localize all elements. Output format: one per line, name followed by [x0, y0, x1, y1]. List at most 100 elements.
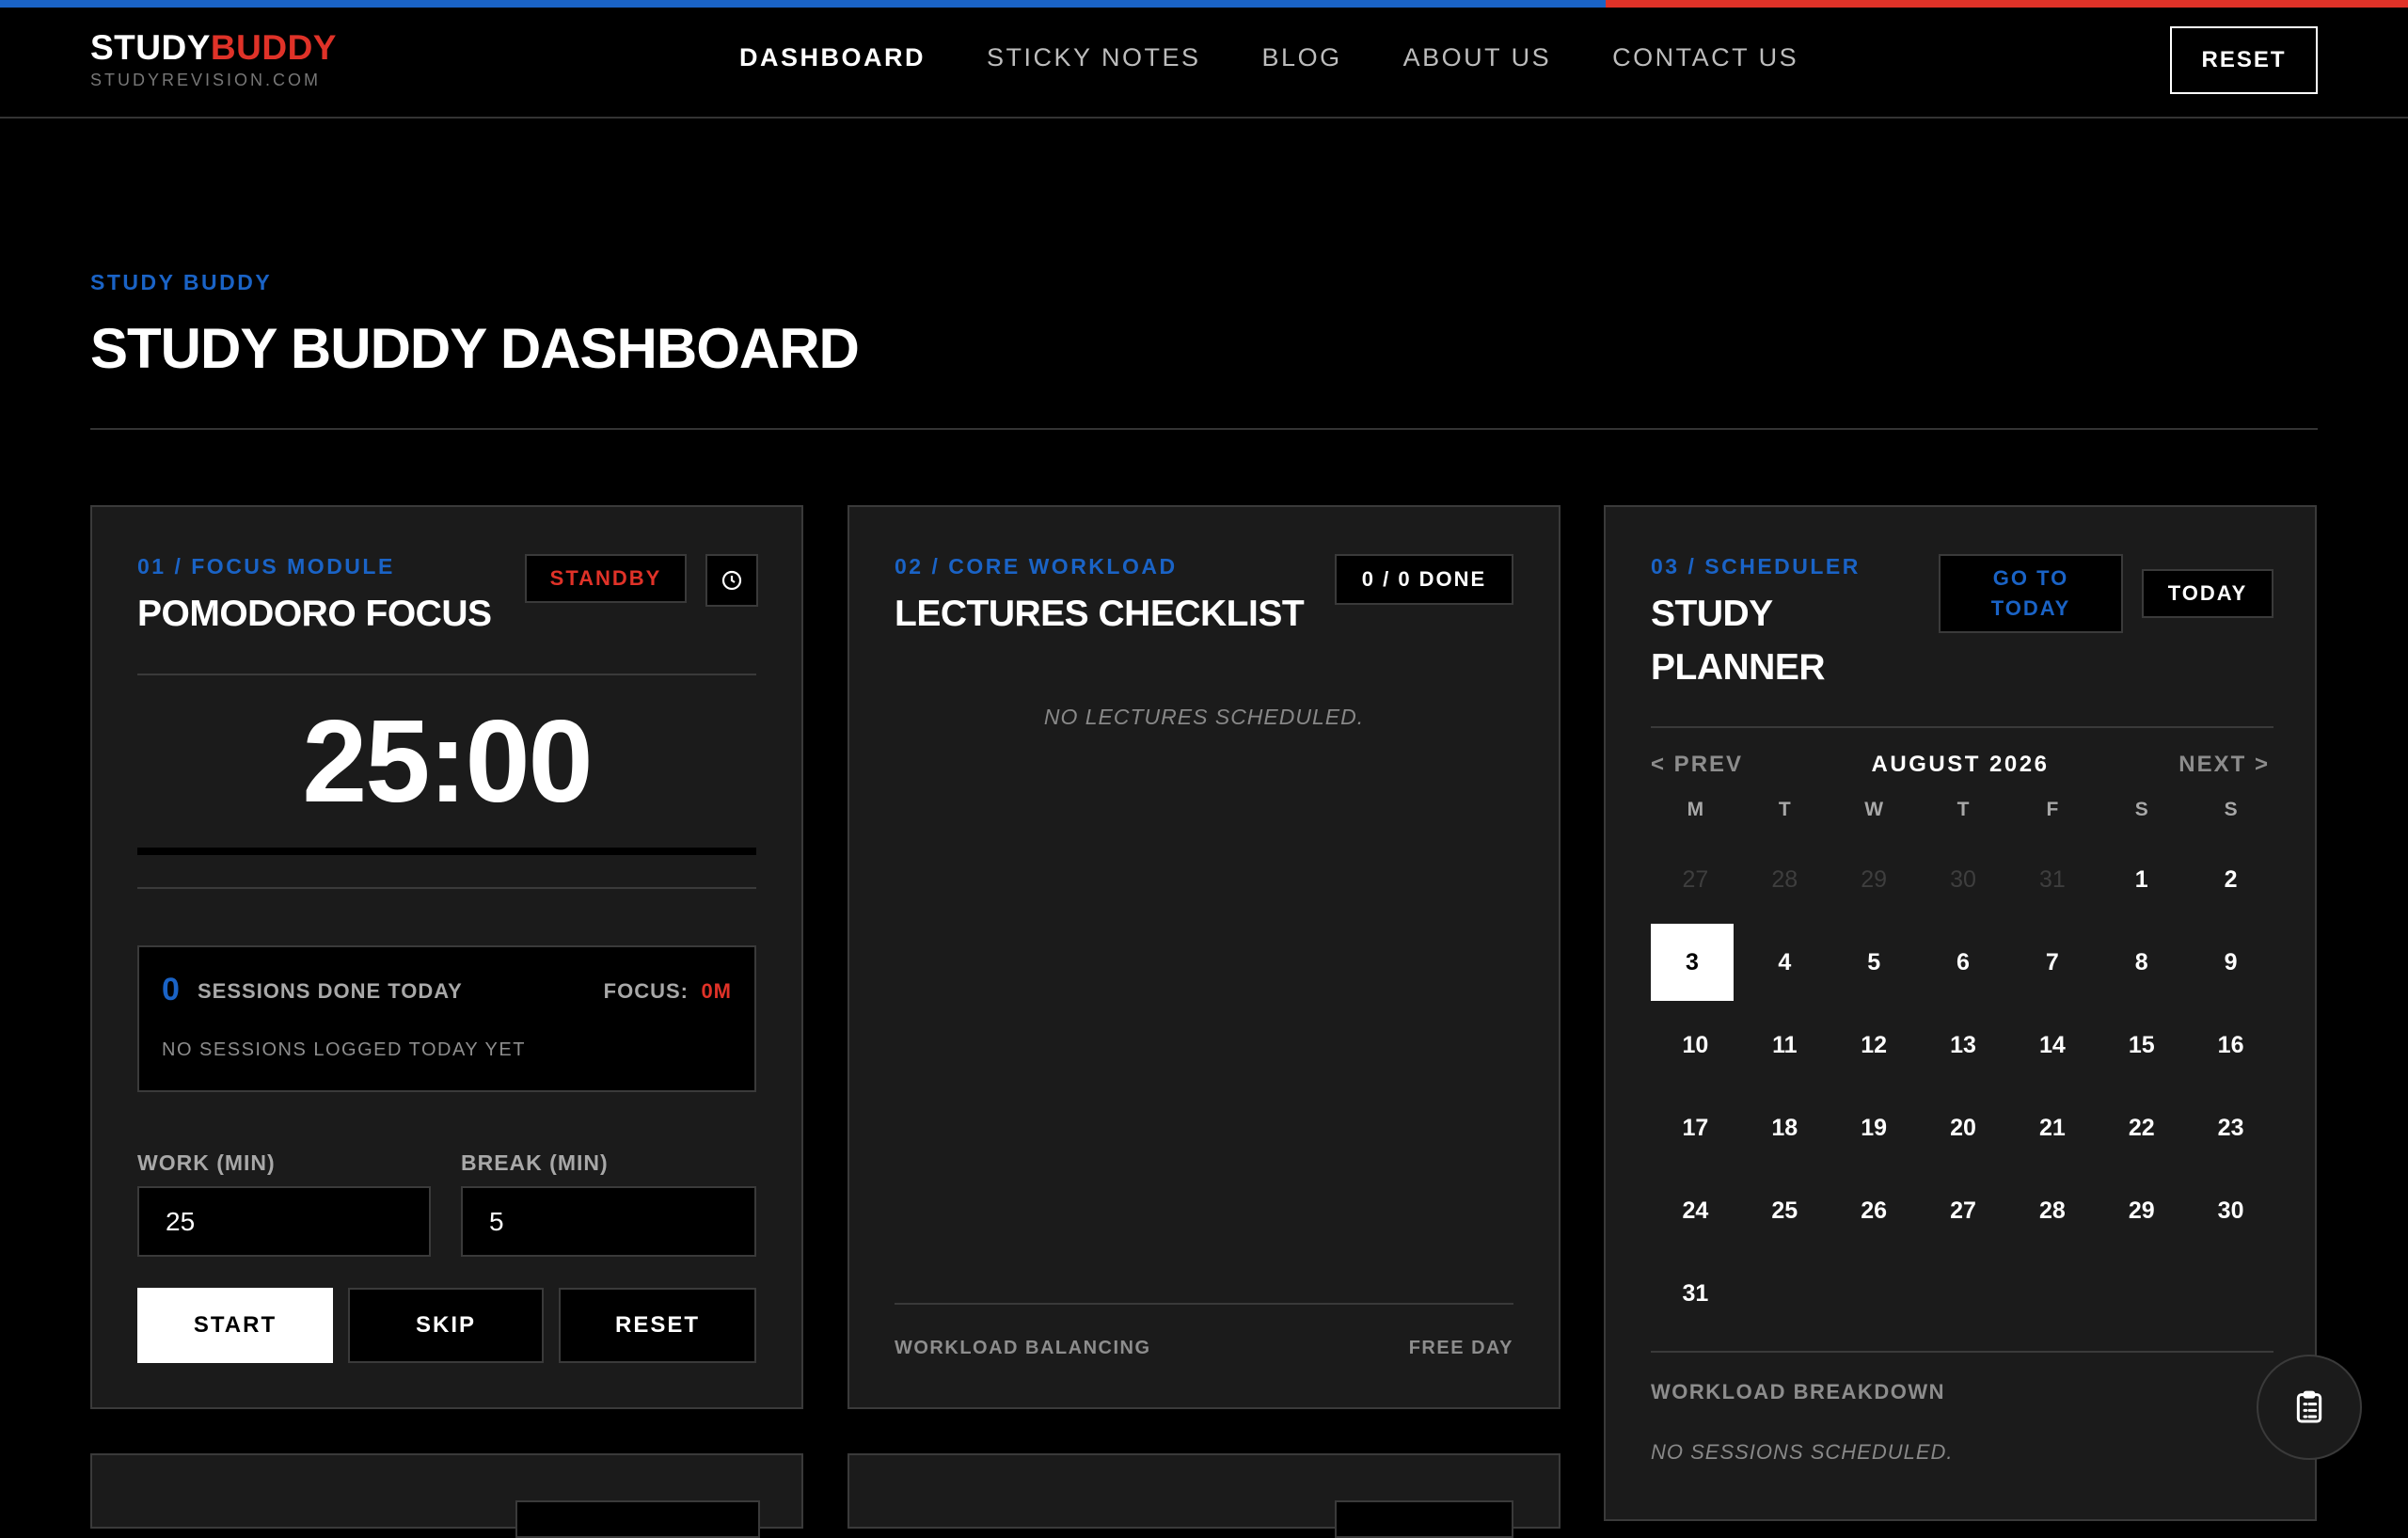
focus-label: FOCUS:	[603, 979, 689, 1003]
calendar-day[interactable]: 28	[2007, 1172, 2097, 1249]
calendar-day[interactable]: 25	[1740, 1172, 1830, 1249]
nav-blog[interactable]: BLOG	[1262, 43, 1342, 72]
logo-text-study: STUDY	[90, 28, 211, 67]
header-reset-button[interactable]: RESET	[2170, 26, 2318, 94]
clipboard-fab-button[interactable]	[2257, 1355, 2362, 1460]
calendar-day[interactable]: 24	[1651, 1172, 1740, 1249]
divider	[137, 674, 756, 675]
calendar-day[interactable]: 4	[1740, 924, 1830, 1001]
start-button[interactable]: START	[137, 1288, 333, 1363]
divider	[895, 1303, 1513, 1305]
calendar-day[interactable]: 30	[1919, 841, 2008, 918]
work-min-input[interactable]: 25	[137, 1186, 431, 1257]
card-title-line: PLANNER	[1651, 646, 1826, 688]
weekday-label: W	[1864, 799, 1884, 820]
calendar-week-row: 17 18 19 20 21 22 23	[1651, 1086, 2275, 1169]
calendar-day[interactable]: 20	[1919, 1089, 2008, 1166]
calendar-day[interactable]: 10	[1651, 1007, 1740, 1084]
status-badge: STANDBY	[525, 554, 687, 603]
sessions-count: 0	[162, 972, 180, 1007]
calendar-day[interactable]: 22	[2097, 1089, 2186, 1166]
calendar-day[interactable]: 7	[2007, 924, 2097, 1001]
nav-contact-us[interactable]: CONTACT US	[1612, 43, 1798, 72]
nav-about-us[interactable]: ABOUT US	[1403, 43, 1552, 72]
site-header: STUDYBUDDY STUDYREVISION.COM DASHBOARD S…	[0, 8, 2408, 119]
card-peek	[848, 1453, 1560, 1538]
go-to-today-line: TODAY	[1990, 596, 2071, 620]
clipboard-list-icon	[2296, 1390, 2322, 1423]
sessions-label: SESSIONS DONE TODAY	[198, 979, 463, 1003]
today-button[interactable]: TODAY	[2142, 569, 2273, 618]
divider	[1651, 726, 2273, 728]
calendar-day[interactable]: 29	[2097, 1172, 2186, 1249]
timer-progress-bar	[137, 848, 756, 855]
calendar-day[interactable]: 12	[1830, 1007, 1919, 1084]
workload-breakdown-label: WORKLOAD BREAKDOWN	[1651, 1380, 1945, 1403]
calendar-day[interactable]: 9	[2186, 924, 2275, 1001]
free-day-label: FREE DAY	[1408, 1338, 1513, 1358]
main-nav: DASHBOARD STICKY NOTES BLOG ABOUT US CON…	[739, 43, 1860, 72]
calendar-day[interactable]: 8	[2097, 924, 2186, 1001]
calendar-day[interactable]: 31	[1651, 1255, 1740, 1332]
calendar-day[interactable]: 14	[2007, 1007, 2097, 1084]
go-to-today-line: GO TO	[1992, 566, 2069, 591]
empty-lectures-note: NO LECTURES SCHEDULED.	[1043, 705, 1365, 729]
calendar-day[interactable]: 1	[2097, 841, 2186, 918]
calendar-day[interactable]: 26	[1830, 1172, 1919, 1249]
break-min-input[interactable]: 5	[461, 1186, 756, 1257]
calendar-day[interactable]: 3	[1651, 924, 1734, 1001]
calendar-empty-cell	[2007, 1255, 2097, 1332]
calendar-day[interactable]: 30	[2186, 1172, 2275, 1249]
calendar-day[interactable]: 27	[1651, 841, 1740, 918]
calendar-day[interactable]: 5	[1830, 924, 1919, 1001]
calendar-day[interactable]: 18	[1740, 1089, 1830, 1166]
calendar-day[interactable]: 17	[1651, 1089, 1740, 1166]
sessions-note: NO SESSIONS LOGGED TODAY YET	[162, 1039, 526, 1060]
page-title: STUDY BUDDY DASHBOARD	[90, 317, 860, 380]
calendar-day[interactable]: 6	[1919, 924, 2008, 1001]
focus-value: 0M	[701, 979, 732, 1003]
calendar-grid: M T W T F S S 27 28 29 30 31 1 2 3 4 5 6 7 8 9 10 11 12 1…	[1651, 799, 2275, 1335]
calendar-day[interactable]: 21	[2007, 1089, 2097, 1166]
calendar-empty-cell	[2186, 1255, 2275, 1332]
calendar-empty-cell	[1740, 1255, 1830, 1332]
weekday-label: F	[2046, 799, 2059, 820]
done-count-badge: 0 / 0 DONE	[1335, 554, 1513, 605]
reset-button[interactable]: RESET	[559, 1288, 756, 1363]
calendar-day[interactable]: 29	[1830, 841, 1919, 918]
calendar-day[interactable]: 19	[1830, 1089, 1919, 1166]
calendar-day[interactable]: 28	[1740, 841, 1830, 918]
nav-sticky-notes[interactable]: STICKY NOTES	[987, 43, 1201, 72]
accent-stripe	[0, 0, 2408, 8]
card-title: POMODORO FOCUS	[137, 594, 492, 634]
calendar-day[interactable]: 23	[2186, 1089, 2275, 1166]
clock-icon-button[interactable]	[705, 554, 758, 607]
logo[interactable]: STUDYBUDDY STUDYREVISION.COM	[90, 30, 337, 90]
weekday-label: S	[2224, 799, 2238, 820]
card-title: LECTURES CHECKLIST	[895, 594, 1305, 634]
calendar-day[interactable]: 13	[1919, 1007, 2008, 1084]
calendar-day[interactable]: 2	[2186, 841, 2275, 918]
calendar-day[interactable]: 27	[1919, 1172, 2008, 1249]
lectures-card: 02 / CORE WORKLOAD LECTURES CHECKLIST 0 …	[848, 505, 1560, 1409]
sessions-summary: 0 SESSIONS DONE TODAY FOCUS: 0M NO SESSI…	[137, 945, 756, 1092]
nav-dashboard[interactable]: DASHBOARD	[739, 43, 926, 72]
next-month-button[interactable]: NEXT >	[2178, 752, 2270, 778]
card-title-line: STUDY	[1651, 594, 1773, 634]
go-to-today-button[interactable]: GO TO TODAY	[1939, 554, 2123, 633]
calendar-day[interactable]: 15	[2097, 1007, 2186, 1084]
calendar-week-row: 31	[1651, 1252, 2275, 1335]
timer-display: 25:00	[302, 697, 593, 827]
divider	[1651, 1351, 2273, 1353]
card-peek	[90, 1453, 803, 1538]
pomodoro-card: 01 / FOCUS MODULE POMODORO FOCUS STANDBY…	[90, 505, 803, 1409]
weekday-label: T	[1956, 799, 1970, 820]
logo-subtitle: STUDYREVISION.COM	[90, 71, 322, 89]
work-min-label: WORK (MIN)	[137, 1150, 276, 1175]
calendar-day[interactable]: 11	[1740, 1007, 1830, 1084]
skip-button[interactable]: SKIP	[348, 1288, 544, 1363]
calendar-day[interactable]: 31	[2007, 841, 2097, 918]
card-label: 01 / FOCUS MODULE	[137, 554, 395, 579]
card-label: 03 / SCHEDULER	[1651, 554, 1861, 579]
calendar-day[interactable]: 16	[2186, 1007, 2275, 1084]
